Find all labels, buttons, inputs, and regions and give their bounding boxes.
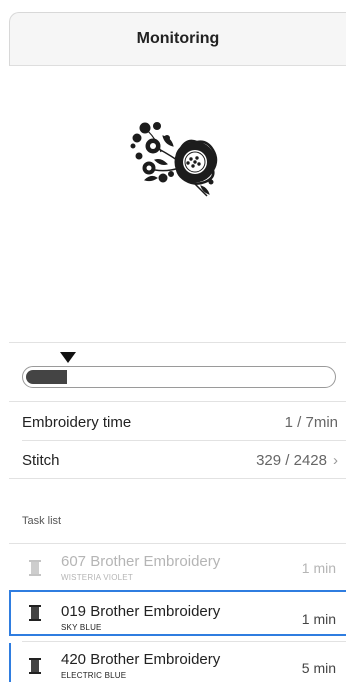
stitch-value: 329 / 2428 <box>256 451 327 469</box>
divider <box>22 641 346 642</box>
stitch-progress-bar <box>22 350 338 390</box>
task-list-label: Task list <box>22 515 62 527</box>
task-thread-color: SKY BLUE <box>61 623 102 632</box>
task-thread-name: 607 Brother Embroidery <box>61 553 221 570</box>
app-header: Monitoring <box>9 12 346 66</box>
task-time: 1 min <box>301 611 336 627</box>
embroidery-time-row: Embroidery time 1 / 7min <box>22 403 338 441</box>
task-thread-name: 019 Brother Embroidery <box>61 603 221 620</box>
task-item[interactable]: 420 Brother Embroidery ELECTRIC BLUE 5 m… <box>9 643 346 682</box>
divider <box>9 478 346 479</box>
thread-spool-icon <box>29 658 41 674</box>
embroidery-time-label: Embroidery time <box>22 413 132 431</box>
stitch-label: Stitch <box>22 451 60 469</box>
stitch-row[interactable]: Stitch 329 / 2428 › <box>22 441 338 479</box>
task-item[interactable]: 607 Brother Embroidery WISTERIA VIOLET 1… <box>9 545 346 591</box>
task-thread-name: 420 Brother Embroidery <box>61 651 221 668</box>
thread-spool-icon <box>29 560 41 576</box>
embroidery-time-value: 1 / 7min <box>284 413 338 431</box>
thread-spool-icon <box>29 605 41 621</box>
divider <box>9 401 346 402</box>
progress-marker-icon <box>60 352 76 363</box>
task-item-selected[interactable]: 019 Brother Embroidery SKY BLUE 1 min <box>9 590 346 636</box>
chevron-right-icon: › <box>333 451 338 469</box>
divider <box>9 543 346 544</box>
task-time: 1 min <box>301 560 336 576</box>
task-time: 5 min <box>301 660 336 676</box>
design-preview <box>9 66 346 342</box>
embroidery-design-image <box>130 122 218 197</box>
page-title: Monitoring <box>136 30 220 47</box>
divider <box>9 342 346 343</box>
progress-fill <box>26 370 67 384</box>
progress-track <box>22 366 336 388</box>
task-thread-color: WISTERIA VIOLET <box>61 573 133 582</box>
task-thread-color: ELECTRIC BLUE <box>61 671 127 680</box>
